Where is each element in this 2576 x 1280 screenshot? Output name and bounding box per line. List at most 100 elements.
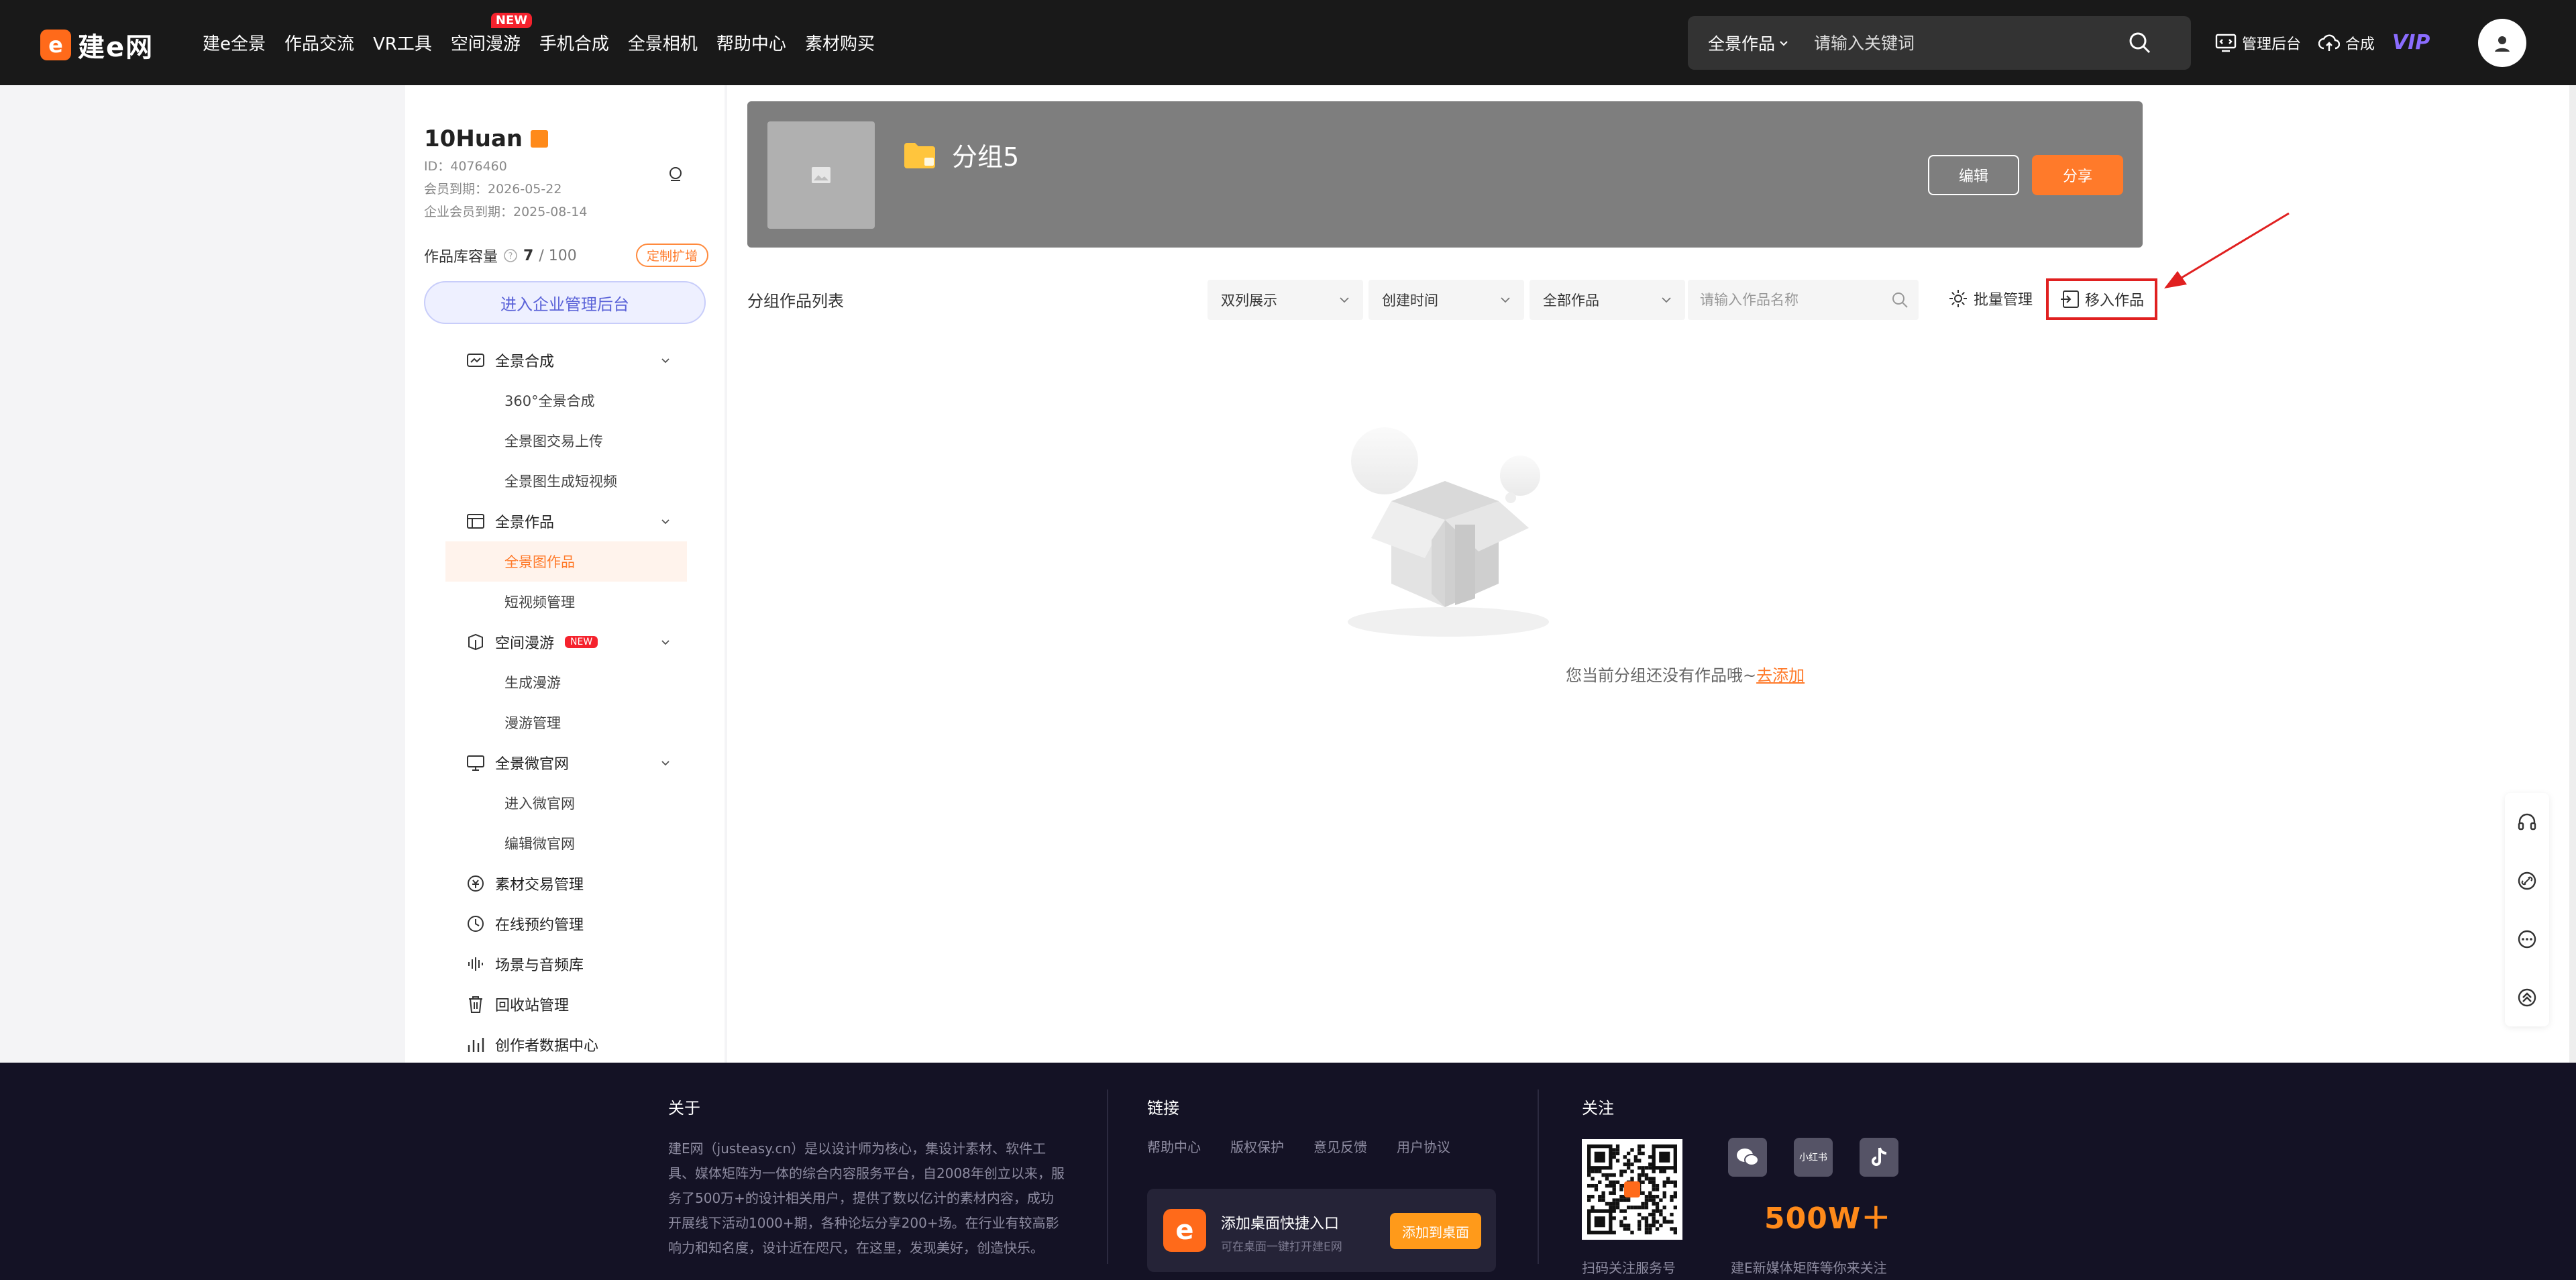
link-icon[interactable] xyxy=(2516,870,2538,892)
search-category-select[interactable]: 全景作品 xyxy=(1688,31,1802,55)
user-name-row: 10Huan xyxy=(424,125,549,152)
member-expiry: 会员到期：2026-05-22 xyxy=(424,182,562,197)
sidebar-sub-item-label: 360°全景合成 xyxy=(504,393,595,409)
xiaohongshu-icon[interactable]: 小红书 xyxy=(1794,1138,1833,1177)
custom-expand-tag[interactable]: 定制扩增 xyxy=(636,244,709,267)
admin-label: 管理后台 xyxy=(2242,36,2302,53)
admin-link[interactable]: 管理后台 xyxy=(2215,32,2301,54)
sidebar-group[interactable]: 全景作品 xyxy=(405,501,724,541)
sort-select[interactable]: 创建时间 xyxy=(1368,280,1524,320)
sidebar-sub-item[interactable]: 360°全景合成 xyxy=(405,380,724,421)
chevron-down-icon xyxy=(1662,297,1671,303)
nav-item-label: 帮助中心 xyxy=(716,34,786,54)
capacity-row: 作品库容量 ? 7 / 100 xyxy=(424,245,577,266)
search-icon[interactable] xyxy=(1890,290,1909,309)
sidebar-sub-item[interactable]: 编辑微官网 xyxy=(405,823,724,863)
move-in-works-button[interactable]: 移入作品 xyxy=(2046,278,2157,320)
sidebar-menu: 全景合成 360°全景合成全景图交易上传 全景图生成短视频 全景作品 全景图作品 短视频管… xyxy=(405,340,724,1065)
top-header: e 建e网 建e全景 作品交流 VR工具 空间漫游 NEW 手机合成 全景相机 帮助中心 素材购… xyxy=(0,0,2576,85)
nav-item[interactable]: 建e全景 xyxy=(203,30,266,55)
sidebar-sub-item[interactable]: 全景图作品 xyxy=(445,541,687,582)
nav-item[interactable]: VR工具 xyxy=(373,30,432,55)
footer-link[interactable]: 版权保护 xyxy=(1230,1136,1284,1156)
display-mode-select[interactable]: 双列展示 xyxy=(1208,280,1363,320)
go-add-link[interactable]: 去添加 xyxy=(1756,666,1805,685)
sidebar-group-label: 全景合成 xyxy=(495,354,555,370)
monitor-code-icon xyxy=(2215,34,2237,52)
nav-item[interactable]: 全景相机 xyxy=(628,30,698,55)
sidebar-group[interactable]: 回收站管理 xyxy=(405,984,724,1024)
qr-caption: 扫码关注服务号 xyxy=(1582,1260,1676,1276)
sidebar-group[interactable]: 全景合成 xyxy=(405,340,724,380)
compose-link[interactable]: 合成 xyxy=(2318,32,2375,54)
chevron-down-icon xyxy=(660,516,671,527)
svg-text:?: ? xyxy=(508,252,513,262)
sidebar-sub-item[interactable]: 漫游管理 xyxy=(405,702,724,743)
sidebar-group[interactable]: 全景微官网 xyxy=(405,743,724,783)
sidebar-sub-item-label: 漫游管理 xyxy=(504,715,561,731)
sidebar-sub-item[interactable]: 短视频管理 xyxy=(405,582,724,622)
work-name-search-input[interactable] xyxy=(1688,280,1919,320)
more-icon[interactable] xyxy=(2516,928,2538,950)
search-category-label: 全景作品 xyxy=(1708,34,1776,54)
help-icon[interactable]: ? xyxy=(503,248,518,263)
site-logo[interactable]: e 建e网 xyxy=(40,25,154,64)
group-cover[interactable] xyxy=(767,121,875,229)
wechat-icon[interactable] xyxy=(1728,1138,1767,1177)
enter-enterprise-admin-button[interactable]: 进入企业管理后台 xyxy=(424,281,706,324)
user-sidebar: 10Huan ID：4076460 会员到期：2026-05-22 企业会员到期… xyxy=(405,85,724,1063)
search-input[interactable] xyxy=(1814,33,2123,53)
headset-icon[interactable] xyxy=(2516,812,2538,833)
share-group-button[interactable]: 分享 xyxy=(2032,155,2123,195)
qr-code xyxy=(1582,1139,1682,1240)
tiktok-icon[interactable] xyxy=(1860,1138,1898,1177)
batch-manage-button[interactable]: 批量管理 xyxy=(1948,288,2033,309)
sidebar-group[interactable]: 创作者数据中心 xyxy=(405,1024,724,1065)
sidebar-sub-item[interactable]: 全景图交易上传 xyxy=(405,421,724,461)
follower-count: 500W＋ xyxy=(1764,1202,1892,1236)
nav-item[interactable]: 帮助中心 xyxy=(716,30,786,55)
site-footer: 关于 建E网（justeasy.cn）是以设计师为核心，集设计素材、软件工具、媒… xyxy=(0,1063,2576,1280)
sidebar-sub-item[interactable]: 生成漫游 xyxy=(405,662,724,702)
footer-link[interactable]: 帮助中心 xyxy=(1147,1136,1201,1156)
user-id: ID：4076460 xyxy=(424,159,507,174)
group-works-list-title: 分组作品列表 xyxy=(747,292,844,311)
add-to-desktop-button[interactable]: 添加到桌面 xyxy=(1390,1213,1481,1249)
chevron-down-icon xyxy=(1780,41,1788,46)
sidebar-sub-item[interactable]: 进入微官网 xyxy=(405,783,724,823)
works-icon xyxy=(466,511,486,531)
nav-item[interactable]: 作品交流 xyxy=(284,30,354,55)
switch-account-icon[interactable] xyxy=(665,164,686,184)
vip-link[interactable]: VIP xyxy=(2392,31,2430,54)
sidebar-group[interactable]: 空间漫游 NEW xyxy=(405,622,724,662)
nav-item[interactable]: 空间漫游 NEW xyxy=(451,13,533,55)
website-icon xyxy=(466,753,486,773)
user-avatar[interactable] xyxy=(2478,18,2527,67)
scope-select[interactable]: 全部作品 xyxy=(1529,280,1685,320)
batch-manage-label: 批量管理 xyxy=(1974,292,2033,309)
footer-link[interactable]: 用户协议 xyxy=(1397,1136,1450,1156)
footer-link[interactable]: 意见反馈 xyxy=(1313,1136,1367,1156)
chevron-down-icon xyxy=(660,757,671,768)
sidebar-group-label: 素材交易管理 xyxy=(495,877,584,894)
page-scrollbar[interactable] xyxy=(2569,85,2576,1063)
back-to-top-icon[interactable] xyxy=(2516,987,2538,1008)
nav-item[interactable]: 素材购买 xyxy=(805,30,875,55)
chevron-down-icon xyxy=(660,637,671,647)
sidebar-sub-item[interactable]: 全景图生成短视频 xyxy=(405,461,724,501)
search-icon[interactable] xyxy=(2128,31,2152,55)
sidebar-group[interactable]: 素材交易管理 xyxy=(405,863,724,904)
sidebar-group[interactable]: 在线预约管理 xyxy=(405,904,724,944)
cloud-upload-icon xyxy=(2318,34,2341,51)
sidebar-group-label: 空间漫游 xyxy=(495,635,555,652)
sidebar-group[interactable]: 场景与音频库 xyxy=(405,944,724,984)
trade-icon xyxy=(466,873,486,894)
footer-about-title: 关于 xyxy=(668,1099,700,1118)
nav-item-label: VR工具 xyxy=(373,34,432,54)
capacity-total: / 100 xyxy=(539,247,577,264)
compose-label: 合成 xyxy=(2345,36,2375,53)
nav-item[interactable]: 手机合成 xyxy=(539,30,609,55)
nav-item-label: 手机合成 xyxy=(539,34,609,54)
audio-icon xyxy=(466,954,486,974)
edit-group-button[interactable]: 编辑 xyxy=(1928,155,2019,195)
